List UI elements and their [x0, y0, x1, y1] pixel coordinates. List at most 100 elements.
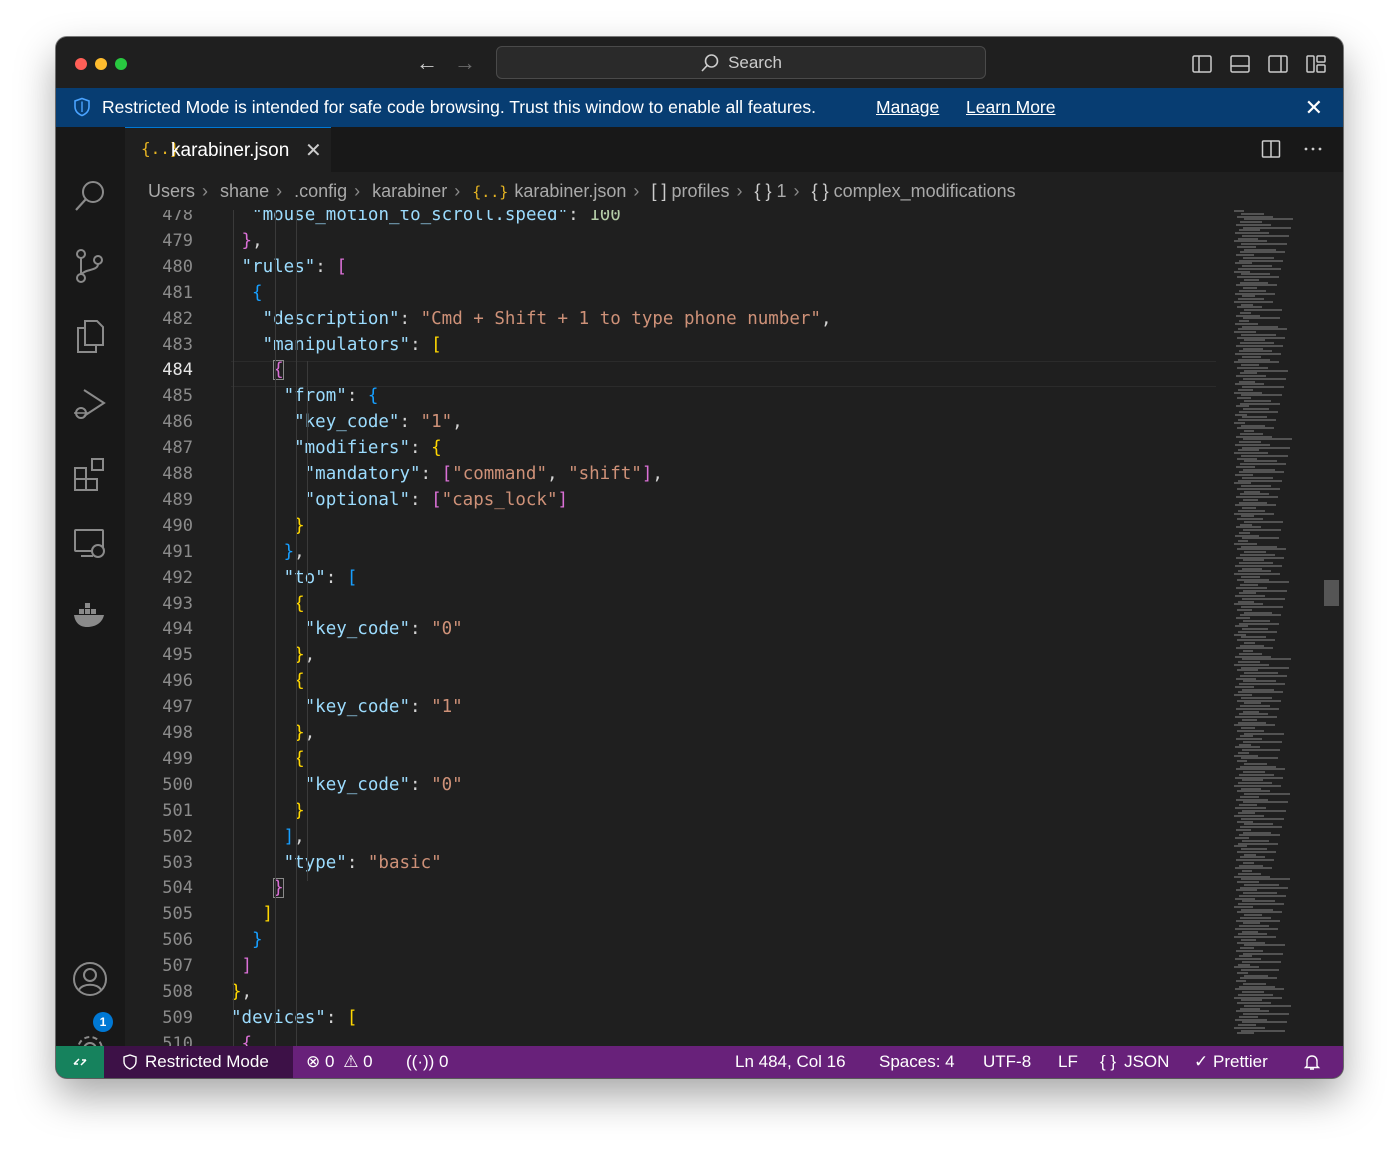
- back-arrow-icon[interactable]: ←: [416, 51, 438, 75]
- source-control-icon[interactable]: [71, 247, 109, 285]
- breadcrumb-item[interactable]: karabiner: [372, 181, 447, 201]
- minimap-line: [1237, 306, 1262, 309]
- problems-status[interactable]: ⊗ 0 ⚠ 0: [306, 1046, 373, 1078]
- breadcrumb-item[interactable]: shane: [220, 181, 269, 201]
- minimap-line: [1244, 823, 1273, 826]
- minimap-line: [1242, 870, 1252, 872]
- learn-more-link[interactable]: Learn More: [966, 97, 1056, 118]
- minimap-line: [1239, 1015, 1258, 1018]
- search-icon[interactable]: [71, 177, 109, 215]
- minimap-line: [1239, 289, 1266, 292]
- close-banner-icon[interactable]: ✕: [1305, 95, 1323, 121]
- formatter-label: Prettier: [1212, 1052, 1268, 1071]
- minimap-line: [1235, 1018, 1267, 1021]
- encoding-status[interactable]: UTF-8: [983, 1046, 1031, 1078]
- minimap-line: [1243, 982, 1266, 985]
- minimap-line: [1244, 460, 1277, 463]
- cursor-position[interactable]: Ln 484, Col 16: [735, 1046, 846, 1078]
- minimap-line: [1236, 919, 1280, 922]
- minimap-line: [1244, 248, 1276, 251]
- minimap-line: [1236, 828, 1251, 831]
- breadcrumb-profiles[interactable]: profiles: [671, 181, 729, 201]
- manage-link[interactable]: Manage: [876, 97, 939, 118]
- indent-guide: [306, 361, 308, 881]
- shield-icon: [74, 97, 90, 117]
- minimap-line: [1235, 655, 1271, 658]
- minimap-line: [1239, 894, 1286, 897]
- minimap-line: [1242, 386, 1284, 388]
- line-number: 506: [162, 930, 193, 951]
- breadcrumb-index[interactable]: 1: [777, 181, 787, 201]
- minimap-line: [1235, 595, 1265, 597]
- forward-arrow-icon[interactable]: →: [454, 51, 476, 75]
- code-token: "description": [262, 308, 400, 329]
- zoom-window-button[interactable]: [115, 58, 127, 70]
- breadcrumb-file[interactable]: karabiner.json: [514, 181, 626, 201]
- minimap[interactable]: [1230, 210, 1320, 1046]
- minimap-line: [1243, 861, 1254, 864]
- language-mode-status[interactable]: { } JSON: [1100, 1046, 1169, 1078]
- minimap-line: [1244, 914, 1262, 916]
- run-debug-icon[interactable]: [71, 385, 109, 423]
- minimap-line: [1241, 969, 1279, 971]
- minimap-line: [1235, 685, 1254, 688]
- minimap-line: [1241, 485, 1271, 487]
- minimap-line: [1235, 564, 1282, 567]
- breadcrumb-item[interactable]: Users: [148, 181, 195, 201]
- minimap-line: [1242, 960, 1281, 963]
- minimap-line: [1238, 479, 1282, 482]
- prettier-status[interactable]: ✓ Prettier: [1194, 1046, 1268, 1078]
- more-actions-icon[interactable]: [1303, 139, 1323, 159]
- remote-explorer-icon[interactable]: [71, 525, 109, 563]
- remote-indicator[interactable]: [56, 1046, 104, 1078]
- toggle-primary-sidebar-icon[interactable]: [1191, 53, 1213, 75]
- restricted-mode-status[interactable]: Restricted Mode: [104, 1046, 293, 1078]
- code-token: "1": [431, 697, 463, 718]
- vertical-scrollbar[interactable]: [1320, 210, 1343, 1046]
- line-number: 488: [162, 464, 193, 484]
- docker-icon[interactable]: [71, 595, 109, 633]
- minimap-line: [1234, 784, 1281, 787]
- indentation-status[interactable]: Spaces: 4: [879, 1046, 955, 1078]
- minimap-line: [1235, 474, 1253, 476]
- toggle-secondary-sidebar-icon[interactable]: [1267, 53, 1289, 75]
- minimap-line: [1236, 647, 1273, 650]
- eol-status[interactable]: LF: [1058, 1046, 1078, 1078]
- breadcrumb-complex-modifications[interactable]: complex_modifications: [834, 181, 1016, 201]
- code-area[interactable]: "mouse_motion_to_scroll.speed": 100}, "ru…: [231, 210, 1216, 1046]
- explorer-icon[interactable]: [71, 317, 109, 355]
- minimap-line: [1234, 663, 1269, 666]
- notifications-bell-icon[interactable]: [1303, 1046, 1321, 1078]
- extensions-icon[interactable]: [71, 455, 109, 493]
- minimap-line: [1240, 342, 1274, 344]
- minimap-line: [1236, 284, 1277, 287]
- code-editor[interactable]: 478 479 480 481 482 483 484 485 486 487 488 489 490 4…: [125, 210, 1343, 1046]
- minimap-line: [1244, 641, 1255, 644]
- close-window-button[interactable]: [75, 58, 87, 70]
- code-line: },: [231, 979, 252, 1005]
- line-number: 479: [162, 230, 193, 251]
- line-number: 494: [162, 619, 193, 640]
- minimap-line: [1235, 988, 1284, 991]
- warning-icon: ⚠: [343, 1052, 359, 1071]
- close-tab-icon[interactable]: ✕: [305, 138, 322, 163]
- ports-status[interactable]: ((·)) 0: [406, 1046, 449, 1078]
- command-center-search[interactable]: Search: [496, 46, 986, 79]
- minimap-line: [1239, 501, 1267, 504]
- minimap-line: [1244, 853, 1256, 856]
- object-symbol-icon: { }: [754, 181, 772, 201]
- minimap-line: [1235, 504, 1276, 507]
- split-editor-icon[interactable]: [1261, 139, 1281, 159]
- scrollbar-thumb[interactable]: [1324, 580, 1339, 606]
- minimap-line: [1241, 696, 1272, 699]
- breadcrumb-item[interactable]: .config: [294, 181, 347, 201]
- account-icon[interactable]: [71, 960, 109, 998]
- minimap-line: [1240, 221, 1262, 223]
- tab-karabiner-json[interactable]: {..} karabiner.json ✕: [125, 127, 331, 172]
- customize-layout-icon[interactable]: [1305, 53, 1327, 75]
- minimize-window-button[interactable]: [95, 58, 107, 70]
- toggle-panel-icon[interactable]: [1229, 53, 1251, 75]
- minimap-line: [1243, 408, 1269, 410]
- minimap-line: [1236, 405, 1249, 408]
- indent-guide: [296, 210, 298, 1046]
